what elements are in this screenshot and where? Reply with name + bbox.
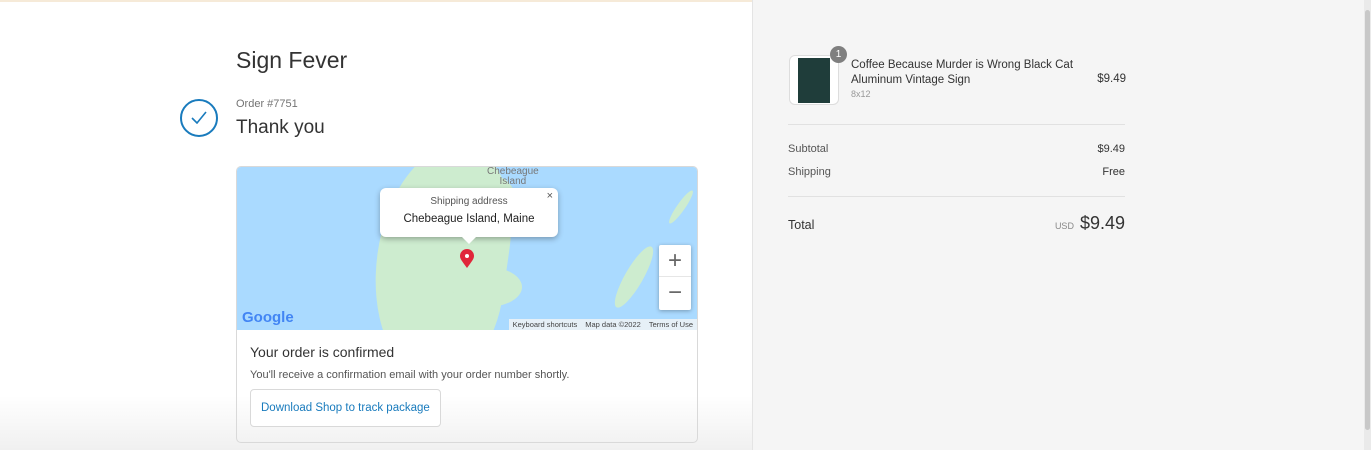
order-status-card: Chebeague Island Shipping address Chebeag… [236,166,698,443]
island-label: Island [499,176,527,187]
confirmation-title: Your order is confirmed [250,344,395,360]
map-info-window: Shipping address Chebeague Island, Maine… [380,188,558,244]
popup-address: Chebeague Island, Maine [403,213,535,225]
total-value: $9.49 [1079,213,1125,233]
subtotal-label: Subtotal [788,143,829,155]
shipping-label: Shipping [788,166,831,178]
map-data-text: Map data ©2022 [585,320,641,329]
divider [788,124,1125,125]
quantity-badge: 1 [830,46,847,63]
subtotal-value: $9.49 [1097,143,1125,155]
thank-you-heading: Thank you [236,117,325,138]
zoom-out-button[interactable]: − [659,277,691,309]
shop-name[interactable]: Sign Fever [236,47,347,74]
map-zoom-controls: + − [659,245,691,310]
product-thumbnail [789,55,839,105]
total-row: Total USD $9.49 [788,213,1125,234]
shipping-map[interactable]: Chebeague Island Shipping address Chebeag… [237,167,697,330]
popup-title: Shipping address [430,196,508,207]
divider [788,196,1125,197]
confirmation-message: You'll receive a confirmation email with… [250,369,570,381]
terms-link[interactable]: Terms of Use [649,320,693,329]
map-attribution: Keyboard shortcuts Map data ©2022 Terms … [508,319,697,330]
shipping-row: Shipping Free [788,166,1125,178]
subtotal-row: Subtotal $9.49 [788,143,1125,155]
map-pin-icon[interactable] [459,249,475,269]
keyboard-shortcuts-link[interactable]: Keyboard shortcuts [513,320,578,329]
google-logo: Google [242,309,294,326]
currency: USD [1054,221,1074,231]
product-name: Coffee Because Murder is Wrong Black Cat… [851,59,1074,86]
shipping-value: Free [1102,166,1125,178]
download-shop-button[interactable]: Download Shop to track package [250,389,441,427]
zoom-in-button[interactable]: + [659,245,691,277]
product-variant: 8x12 [851,89,871,99]
check-circle-icon [180,99,218,137]
order-number: Order #7751 [236,98,298,110]
close-icon[interactable]: × [547,190,553,202]
scrollbar[interactable] [1364,0,1371,450]
total-label: Total [788,218,815,232]
product-price: $9.49 [1097,73,1126,85]
